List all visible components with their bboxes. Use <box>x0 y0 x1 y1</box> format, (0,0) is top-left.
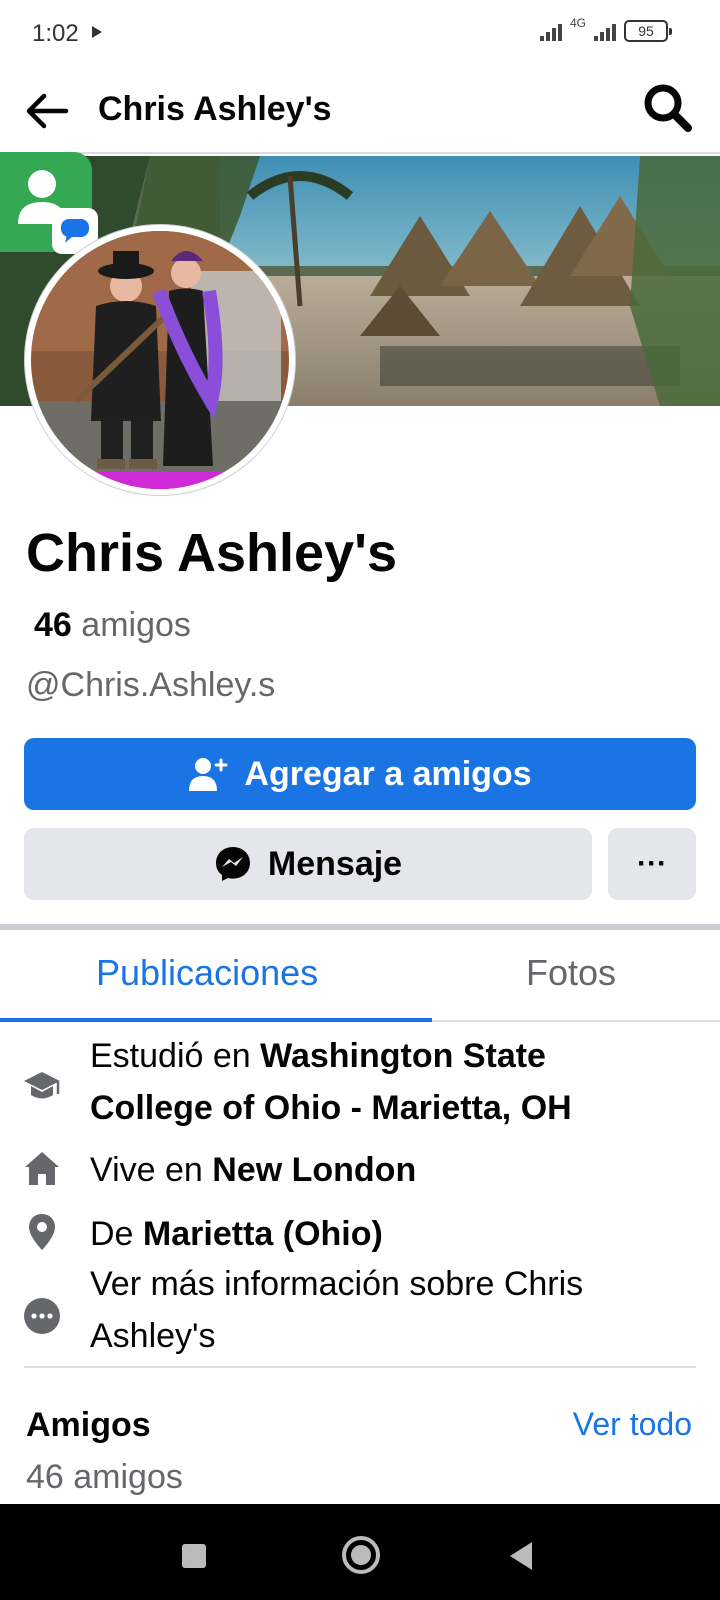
more-options-button[interactable]: ··· <box>608 828 696 900</box>
lives-prefix: Vive en <box>90 1151 203 1189</box>
see-more-about-text[interactable]: Ver más información sobre Chris Ashley's <box>90 1258 583 1362</box>
search-icon <box>644 84 692 132</box>
more-info-icon <box>22 1296 62 1336</box>
message-label: Mensaje <box>267 844 403 883</box>
from-prefix: De <box>90 1215 134 1253</box>
page-title: Chris Ashley's <box>98 90 332 128</box>
home-button[interactable] <box>342 1536 380 1574</box>
add-friend-icon <box>189 758 228 791</box>
education-text: Estudió en Washington State College of O… <box>90 1030 572 1134</box>
floating-contact-bubble[interactable] <box>0 152 98 254</box>
more-info-line2: Ashley's <box>90 1317 216 1355</box>
location-pin-icon <box>22 1212 62 1252</box>
top-app-bar: Chris Ashley's <box>0 68 720 154</box>
lives-in-text: Vive en New London <box>90 1144 416 1196</box>
profile-picture[interactable] <box>24 224 296 496</box>
tab-posts[interactable]: Publicaciones <box>96 952 318 994</box>
detail-from: De Marietta (Ohio) <box>0 1206 720 1264</box>
detail-lives-in: Vive en New London <box>0 1142 720 1200</box>
education-prefix: Estudió en <box>90 1037 251 1075</box>
profile-tabs: Publicaciones Fotos <box>0 930 720 1022</box>
section-divider-thin <box>24 1366 696 1368</box>
graduation-cap-icon <box>22 1066 62 1106</box>
see-all-friends-link[interactable]: Ver todo <box>573 1406 692 1443</box>
detail-see-more[interactable]: Ver más información sobre Chris Ashley's <box>0 1264 720 1364</box>
system-navigation-bar <box>0 1504 720 1600</box>
message-button[interactable]: Mensaje <box>24 828 592 900</box>
battery-icon: 95 <box>624 20 672 42</box>
signal-icon-2 <box>594 21 616 41</box>
add-friend-label: Agregar a amigos <box>244 754 532 793</box>
friends-count: 46 <box>34 606 72 644</box>
more-info-line1: Ver más información sobre Chris <box>90 1265 584 1303</box>
back-button[interactable] <box>22 86 72 136</box>
profile-username: @Chris.Ashley.s <box>26 666 276 704</box>
arrow-left-icon <box>26 93 69 129</box>
friends-summary[interactable]: 46 amigos <box>34 606 191 645</box>
status-indicators: 4G 95 <box>539 16 672 42</box>
add-friend-button[interactable]: Agregar a amigos <box>24 738 696 810</box>
education-place-line2[interactable]: College of Ohio - Marietta, OH <box>90 1089 572 1127</box>
search-button[interactable] <box>642 82 694 134</box>
from-place[interactable]: Marietta (Ohio) <box>143 1215 383 1253</box>
play-icon <box>92 26 102 38</box>
friends-section-count: 46 amigos <box>26 1458 183 1496</box>
home-icon <box>22 1148 62 1188</box>
messenger-icon <box>215 847 250 881</box>
active-tab-indicator <box>0 1018 432 1022</box>
friends-section-title: Amigos <box>26 1406 151 1444</box>
friends-word: amigos <box>81 606 191 644</box>
network-type: 4G <box>569 16 586 30</box>
tab-photos[interactable]: Fotos <box>526 952 616 994</box>
profile-name: Chris Ashley's <box>26 523 397 583</box>
detail-education: Estudió en Washington State College of O… <box>0 1030 720 1142</box>
from-text: De Marietta (Ohio) <box>90 1208 383 1260</box>
system-back-button[interactable] <box>510 1542 532 1570</box>
lives-place[interactable]: New London <box>212 1151 416 1189</box>
more-dots-icon: ··· <box>637 847 667 880</box>
status-bar: 1:02 4G 95 <box>0 0 720 68</box>
signal-icon <box>539 21 562 41</box>
education-place-line1[interactable]: Washington State <box>260 1037 546 1075</box>
recents-button[interactable] <box>182 1544 206 1568</box>
status-time: 1:02 <box>32 20 79 47</box>
